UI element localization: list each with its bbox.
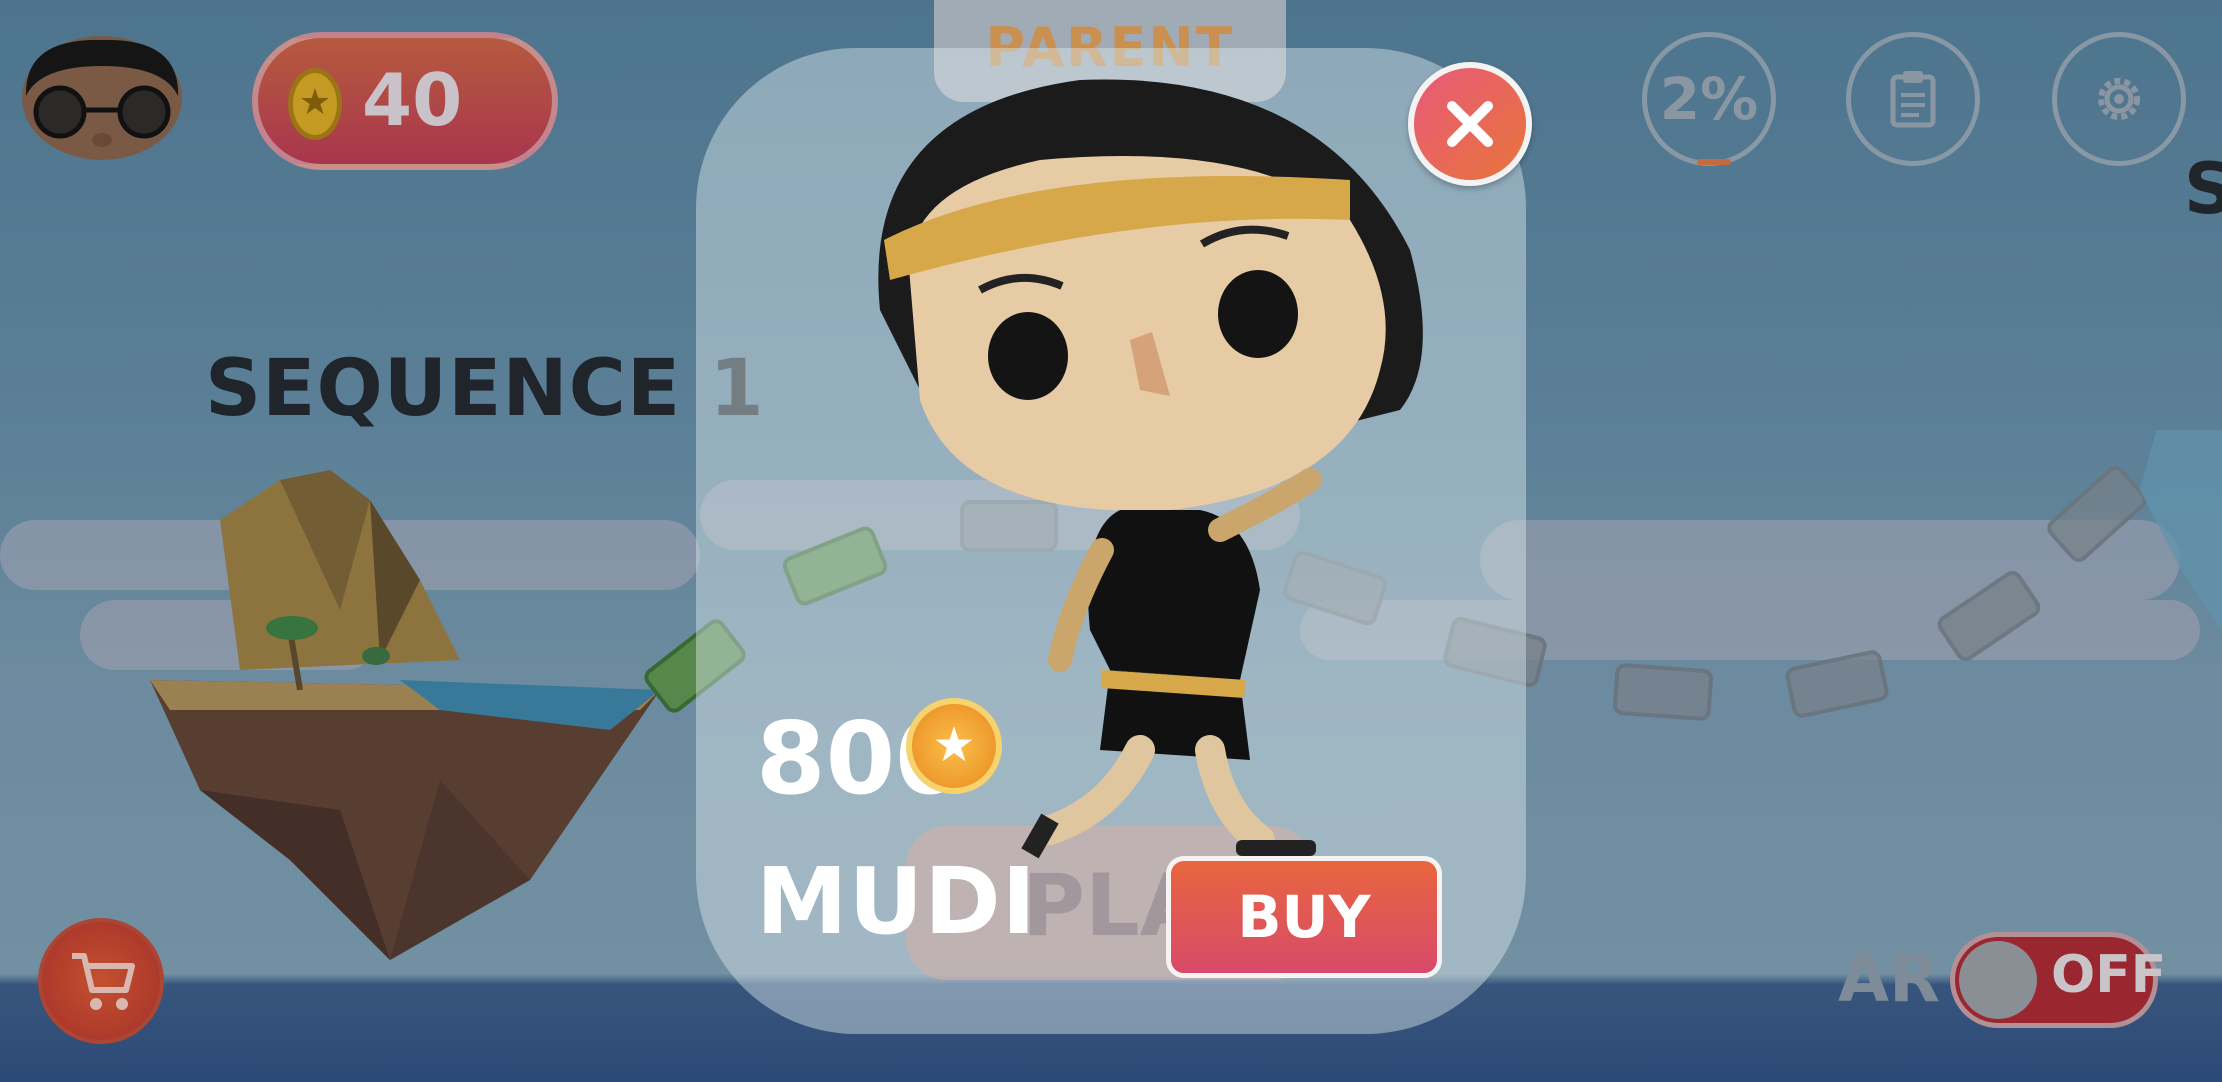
character-name: MUDI <box>756 848 1037 955</box>
ar-toggle[interactable]: OFF <box>1950 932 2166 1028</box>
buy-label: BUY <box>1237 883 1371 951</box>
coin-balance-value: 40 <box>362 58 463 142</box>
buy-button[interactable]: BUY <box>1166 856 1442 978</box>
coin-icon: ★ <box>288 68 342 140</box>
clipboard-icon <box>1890 71 1936 128</box>
ar-label: AR <box>1838 940 1940 1017</box>
player-avatar[interactable] <box>14 36 190 166</box>
coin-balance: ★ 40 <box>252 32 558 170</box>
close-button[interactable] <box>1408 62 1532 186</box>
toggle-knob <box>1959 941 2037 1019</box>
close-icon <box>1447 101 1493 147</box>
game-screen: SEQUENCE 1 S ★ 40 PARENT 2% AR OFF PLAY … <box>0 0 2222 1082</box>
ar-state: OFF <box>2051 945 2167 1005</box>
progress-bar <box>1697 159 1731 165</box>
cart-icon <box>72 953 135 1010</box>
shop-button[interactable] <box>38 918 164 1044</box>
progress-button[interactable]: 2% <box>1642 32 1776 166</box>
progress-value: 2% <box>1659 65 1759 133</box>
tasks-button[interactable] <box>1846 32 1980 166</box>
settings-button[interactable] <box>2052 32 2186 166</box>
gear-icon <box>2098 78 2140 120</box>
coin-icon: ★ <box>906 698 1002 794</box>
